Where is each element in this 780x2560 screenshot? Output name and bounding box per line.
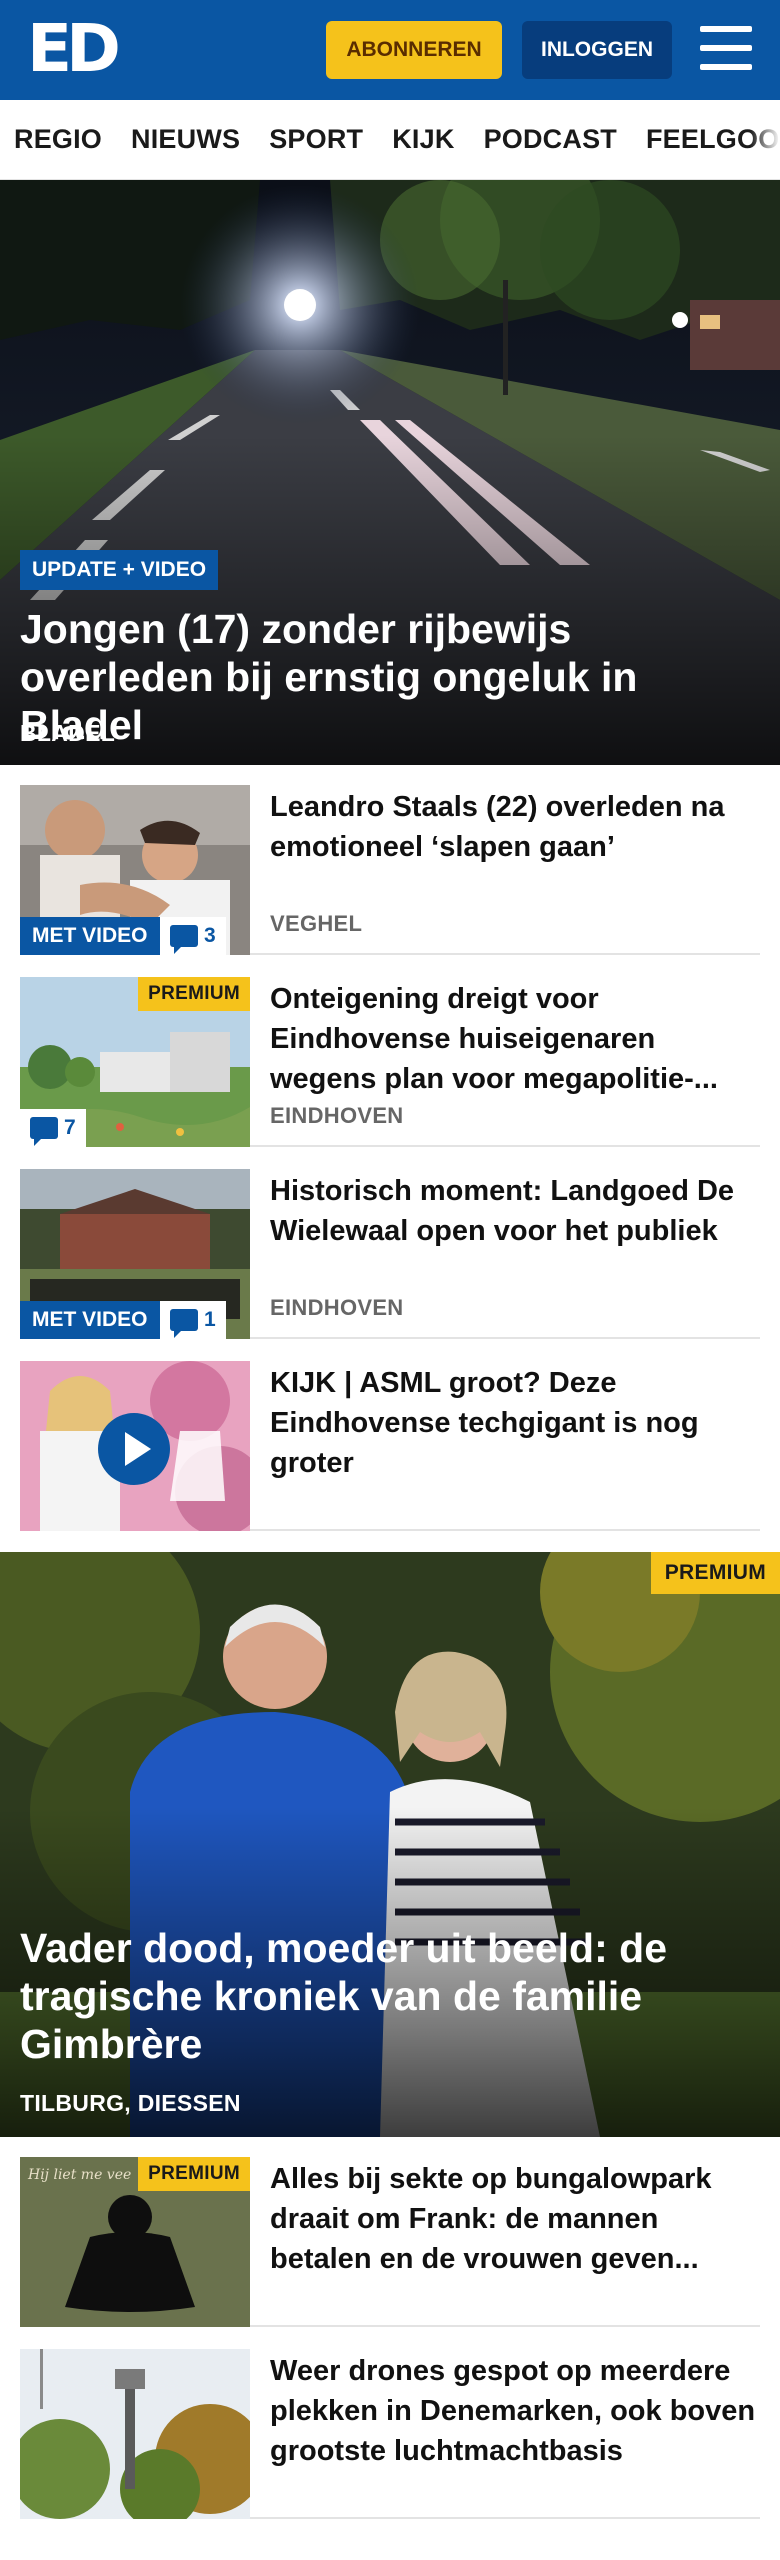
comment-count: 1: [204, 1308, 216, 1331]
hero-title[interactable]: Jongen (17) zonder rijbewijs overleden b…: [20, 605, 760, 749]
nav-item-nieuws[interactable]: NIEUWS: [131, 124, 240, 155]
article-thumbnail: PREMIUM 7: [20, 977, 250, 1147]
premium-tag: PREMIUM: [138, 977, 250, 1011]
premium-badge: PREMIUM: [650, 1552, 780, 1594]
comment-count: 7: [64, 1116, 76, 1139]
login-button[interactable]: INLOGGEN: [522, 21, 672, 79]
nav-item-sport[interactable]: SPORT: [269, 124, 363, 155]
list-item[interactable]: PREMIUM 7 Onteigening dreigt voor Eindho…: [20, 977, 760, 1147]
list-item[interactable]: KIJK | ASML groot? Deze Eindhovense tech…: [20, 1361, 760, 1531]
feature-title[interactable]: Vader dood, moeder uit beeld: de tragisc…: [20, 1924, 760, 2068]
article-title[interactable]: Weer drones gespot op meerdere plekken i…: [270, 2351, 760, 2471]
article-thumbnail: [20, 2349, 250, 2519]
subscribe-button[interactable]: ABONNEREN: [326, 21, 502, 79]
list-item[interactable]: MET VIDEO 3 Leandro Staals (22) overlede…: [20, 785, 760, 955]
update-video-badge: UPDATE + VIDEO: [20, 550, 219, 590]
article-title[interactable]: Alles bij sekte op bungalowpark draait o…: [270, 2159, 760, 2279]
feature-place: TILBURG, DIESSEN: [20, 2090, 241, 2116]
article-thumbnail: [20, 1361, 250, 1531]
article-title[interactable]: Leandro Staals (22) overleden na emotion…: [270, 787, 760, 867]
top-header: ED ABONNEREN INLOGGEN: [0, 0, 780, 100]
comment-count-tag: 7: [20, 1109, 86, 1147]
article-title[interactable]: KIJK | ASML groot? Deze Eindhovense tech…: [270, 1363, 760, 1483]
list-item[interactable]: Hij liet me vee PREMIUM Alles bij sekte …: [20, 2157, 760, 2327]
ed-logo[interactable]: ED: [27, 16, 121, 82]
svg-text:Hij liet me vee: Hij liet me vee: [27, 2167, 131, 2183]
comment-count-tag: 3: [160, 917, 226, 955]
comment-icon: [30, 1117, 58, 1146]
list-item[interactable]: MET VIDEO 1 Historisch moment: Landgoed …: [20, 1169, 760, 1339]
comment-count-tag: 1: [160, 1301, 226, 1339]
article-thumbnail: MET VIDEO 1: [20, 1169, 250, 1339]
nav-item-regio[interactable]: REGIO: [14, 124, 102, 155]
article-place: EINDHOVEN: [270, 1295, 404, 1320]
article-place: VEGHEL: [270, 911, 363, 936]
nav-item-kijk[interactable]: KIJK: [392, 124, 454, 155]
section-nav: REGIO NIEUWS SPORT KIJK PODCAST FEELGOOD: [0, 100, 780, 180]
comment-count: 3: [204, 924, 216, 947]
comment-icon: [170, 925, 198, 954]
video-tag: MET VIDEO: [20, 917, 160, 955]
article-thumbnail: Hij liet me vee PREMIUM: [20, 2157, 250, 2327]
premium-tag: PREMIUM: [138, 2157, 250, 2191]
video-tag: MET VIDEO: [20, 1301, 160, 1339]
hero-place: BLADEL: [20, 720, 116, 746]
nav-item-podcast[interactable]: PODCAST: [484, 124, 617, 155]
article-thumbnail: MET VIDEO 3: [20, 785, 250, 955]
feature-article[interactable]: PREMIUM Vader dood, moeder uit beeld: de…: [0, 1552, 780, 2137]
nav-scroll-fade: [750, 100, 780, 179]
comment-icon: [170, 1309, 198, 1338]
hero-article[interactable]: UPDATE + VIDEO Jongen (17) zonder rijbew…: [0, 180, 780, 765]
article-place: EINDHOVEN: [270, 1103, 404, 1128]
list-item[interactable]: Weer drones gespot op meerdere plekken i…: [20, 2349, 760, 2519]
article-title[interactable]: Historisch moment: Landgoed De Wielewaal…: [270, 1171, 760, 1251]
article-title[interactable]: Onteigening dreigt voor Eindhovense huis…: [270, 979, 760, 1099]
hamburger-menu-icon[interactable]: [700, 26, 752, 72]
play-button-icon[interactable]: [98, 1413, 170, 1485]
